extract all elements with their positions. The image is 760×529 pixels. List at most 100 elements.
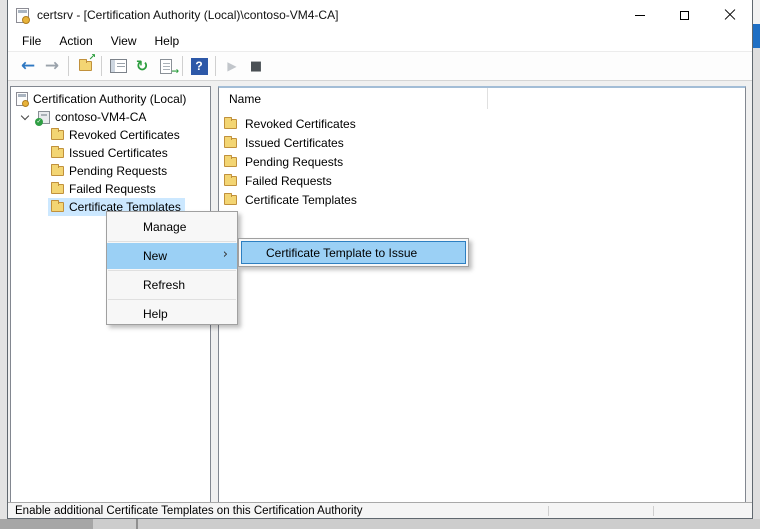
menu-bar: File Action View Help: [8, 30, 752, 52]
menu-item-label: New: [143, 249, 167, 263]
folder-icon: [224, 195, 237, 205]
toolbar-separator: [215, 56, 216, 76]
list-item-pending-requests[interactable]: Pending Requests: [219, 152, 343, 171]
menu-view[interactable]: View: [102, 31, 146, 51]
list-item-label: Certificate Templates: [245, 193, 357, 207]
refresh-icon: ↻: [136, 59, 149, 74]
start-service-button[interactable]: ▶: [220, 54, 244, 78]
menu-separator: [108, 299, 236, 300]
desktop-background-right: [753, 0, 760, 24]
context-menu-item-manage[interactable]: Manage: [107, 214, 237, 240]
certsrv-app-icon: [16, 8, 29, 23]
forward-icon: →: [45, 58, 59, 75]
tree-item-pending-requests[interactable]: Pending Requests: [11, 162, 208, 180]
console-tree-icon: [110, 59, 127, 73]
export-list-button[interactable]: →: [154, 54, 178, 78]
help-button[interactable]: ?: [187, 54, 211, 78]
menu-help[interactable]: Help: [146, 31, 189, 51]
list-item-label: Issued Certificates: [245, 136, 344, 150]
refresh-button[interactable]: ↻: [130, 54, 154, 78]
tree-item-revoked-certificates[interactable]: Revoked Certificates: [11, 126, 208, 144]
folder-icon: [51, 202, 64, 212]
list-item-label: Failed Requests: [245, 174, 332, 188]
menu-separator: [108, 270, 236, 271]
play-icon: ▶: [227, 60, 236, 72]
tree-item-label: contoso-VM4-CA: [55, 110, 146, 124]
status-pane-divider: [548, 506, 549, 516]
up-one-level-button[interactable]: ↗: [73, 54, 97, 78]
export-arrow-icon: →: [171, 68, 179, 77]
list-item-certificate-templates[interactable]: Certificate Templates: [219, 190, 357, 209]
ca-server-icon: ✓: [38, 111, 50, 124]
title-bar: certsrv - [Certification Authority (Loca…: [8, 0, 752, 30]
minimize-button[interactable]: [617, 0, 662, 30]
status-text: Enable additional Certificate Templates …: [15, 505, 363, 517]
toolbar: ← → ↗ ↻ → ? ▶ ■: [8, 52, 752, 81]
menu-item-label: Refresh: [143, 278, 185, 292]
certification-authority-icon: [16, 92, 28, 106]
folder-icon: [224, 138, 237, 148]
toolbar-separator: [101, 56, 102, 76]
forward-button[interactable]: →: [40, 54, 64, 78]
folder-icon: [51, 148, 64, 158]
status-pane-divider: [653, 506, 654, 516]
column-divider[interactable]: [487, 88, 488, 109]
list-item-revoked-certificates[interactable]: Revoked Certificates: [219, 114, 356, 133]
window-controls: [617, 0, 752, 30]
folder-icon: [51, 166, 64, 176]
menu-file[interactable]: File: [13, 31, 50, 51]
back-icon: ←: [21, 58, 35, 75]
window-title: certsrv - [Certification Authority (Loca…: [37, 8, 338, 22]
tree-item-label: Certification Authority (Local): [33, 92, 186, 106]
taskbar-fragment: [0, 519, 93, 529]
column-header-label: Name: [229, 92, 261, 106]
submenu-item-label: Certificate Template to Issue: [266, 246, 417, 260]
menu-item-label: Help: [143, 307, 168, 321]
list-item-label: Pending Requests: [245, 155, 343, 169]
tree-item-label: Failed Requests: [69, 182, 156, 196]
close-icon: [724, 9, 736, 21]
list-item-failed-requests[interactable]: Failed Requests: [219, 171, 332, 190]
tree-item-label: Pending Requests: [69, 164, 167, 178]
folder-icon: [51, 130, 64, 140]
tree-item-contoso-vm4-ca[interactable]: ✓ contoso-VM4-CA: [11, 108, 208, 126]
tree-item-failed-requests[interactable]: Failed Requests: [11, 180, 208, 198]
list-item-issued-certificates[interactable]: Issued Certificates: [219, 133, 344, 152]
new-submenu: Certificate Template to Issue: [238, 238, 469, 267]
status-bar: Enable additional Certificate Templates …: [8, 502, 752, 518]
tree-item-label: Issued Certificates: [69, 146, 168, 160]
chevron-down-icon[interactable]: [21, 111, 29, 119]
submenu-arrow-icon: ›: [223, 247, 228, 262]
folder-icon: [51, 184, 64, 194]
submenu-item-certificate-template-to-issue[interactable]: Certificate Template to Issue: [241, 241, 466, 264]
context-menu-item-refresh[interactable]: Refresh: [107, 272, 237, 298]
back-button[interactable]: ←: [16, 54, 40, 78]
close-button[interactable]: [707, 0, 752, 30]
help-icon: ?: [191, 58, 208, 75]
desktop-background-left: [0, 0, 7, 519]
up-arrow-icon: ↗: [88, 54, 96, 63]
column-header-name[interactable]: Name: [219, 88, 486, 109]
results-pane: Name Revoked Certificates Issued Certifi…: [218, 86, 746, 503]
menu-item-label: Manage: [143, 220, 186, 234]
maximize-button[interactable]: [662, 0, 707, 30]
stop-service-button[interactable]: ■: [244, 54, 268, 78]
folder-icon: [224, 176, 237, 186]
toolbar-separator: [182, 56, 183, 76]
menu-action[interactable]: Action: [50, 31, 101, 51]
maximize-icon: [680, 11, 689, 20]
screen: certsrv - [Certification Authority (Loca…: [0, 0, 760, 529]
tree-item-issued-certificates[interactable]: Issued Certificates: [11, 144, 208, 162]
context-menu-item-help[interactable]: Help: [107, 301, 237, 327]
tree-item-certification-authority[interactable]: Certification Authority (Local): [11, 90, 208, 108]
folder-icon: [224, 157, 237, 167]
context-menu: Manage New › Refresh Help: [106, 211, 238, 325]
background-window-fragment: [753, 24, 760, 48]
folder-icon: [224, 119, 237, 129]
export-list-icon: [160, 59, 172, 74]
background-divider-fragment: [136, 519, 138, 529]
tree-item-label: Revoked Certificates: [69, 128, 180, 142]
show-console-tree-button[interactable]: [106, 54, 130, 78]
green-check-badge: ✓: [35, 118, 43, 126]
context-menu-item-new[interactable]: New ›: [107, 243, 237, 269]
